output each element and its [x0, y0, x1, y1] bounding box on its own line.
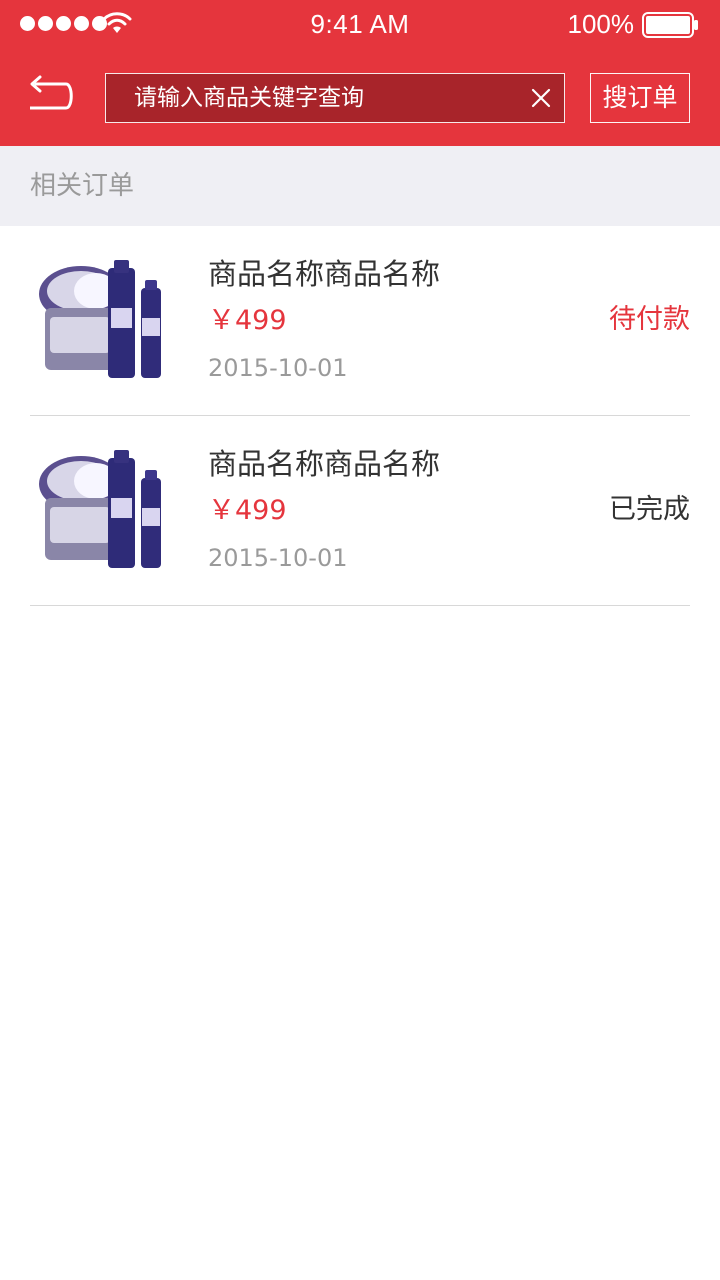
- order-date: 2015-10-01: [208, 354, 348, 382]
- order-list: 商品名称商品名称 ￥499 2015-10-01 待付款 商品名称商品名称 ￥4…: [0, 226, 720, 606]
- product-name: 商品名称商品名称: [208, 257, 441, 291]
- product-price: ￥499: [208, 495, 287, 526]
- product-name: 商品名称商品名称: [208, 447, 441, 481]
- order-date: 2015-10-01: [208, 544, 348, 572]
- order-item[interactable]: 商品名称商品名称 ￥499 2015-10-01 已完成: [0, 416, 720, 606]
- search-input[interactable]: [134, 74, 514, 122]
- battery-icon: [642, 12, 698, 38]
- order-status: 待付款: [609, 304, 690, 335]
- close-icon[interactable]: [530, 87, 552, 109]
- section-title: 相关订单: [30, 171, 135, 201]
- search-box: [105, 73, 565, 123]
- status-bar: 9:41 AM 100%: [0, 0, 720, 48]
- product-price: ￥499: [208, 305, 287, 336]
- battery-percentage: 100%: [567, 9, 635, 39]
- red-header: 9:41 AM 100% 搜订单: [0, 0, 720, 146]
- order-status: 已完成: [609, 494, 690, 525]
- product-image: [38, 260, 168, 380]
- search-orders-button[interactable]: 搜订单: [590, 73, 690, 123]
- product-image: [38, 450, 168, 570]
- order-item[interactable]: 商品名称商品名称 ￥499 2015-10-01 待付款: [0, 226, 720, 416]
- order-search-screen: 9:41 AM 100% 搜订单 相关订单: [0, 0, 720, 1280]
- back-return-icon[interactable]: [24, 72, 76, 118]
- section-header: 相关订单: [0, 146, 720, 226]
